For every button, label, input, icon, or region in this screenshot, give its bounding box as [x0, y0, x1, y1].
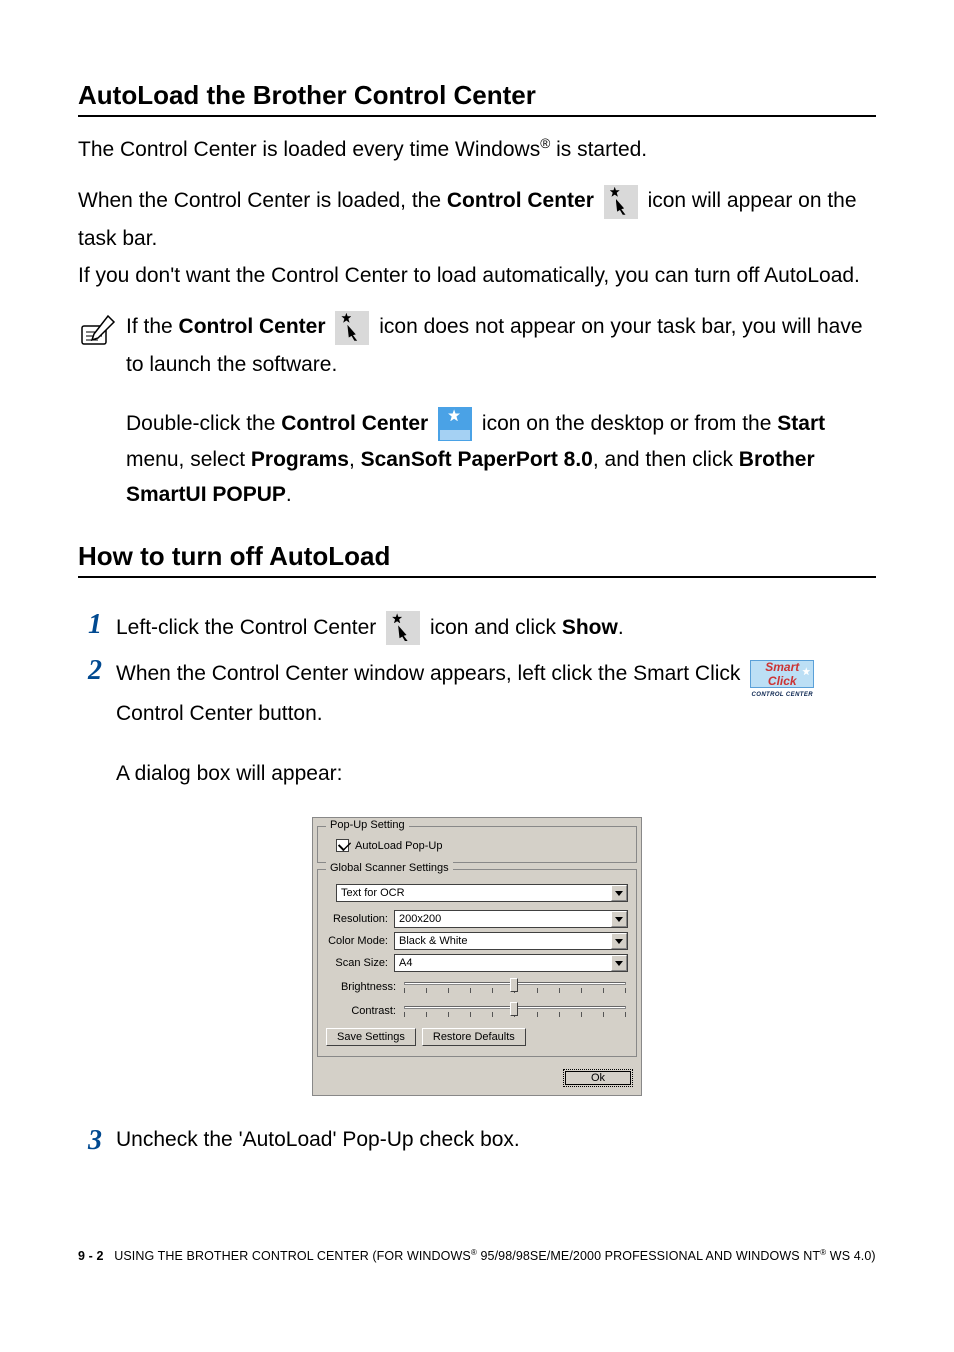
- restore-defaults-button[interactable]: Restore Defaults: [422, 1028, 526, 1046]
- combo-value: Black & White: [395, 935, 611, 947]
- text: When the Control Center window appears, …: [116, 662, 746, 685]
- bold-control-center: Control Center: [179, 315, 326, 338]
- brightness-slider[interactable]: [402, 978, 628, 996]
- page-number: 9 - 2: [78, 1249, 104, 1263]
- colormode-label: Color Mode:: [326, 935, 388, 947]
- text: .: [286, 483, 292, 506]
- footer-text: USING THE BROTHER CONTROL CENTER (FOR WI…: [114, 1249, 471, 1263]
- step-number: 1: [78, 608, 102, 642]
- step-number: 3: [78, 1124, 102, 1158]
- text: The Control Center is loaded every time …: [78, 138, 540, 161]
- step-body: Left-click the Control Center icon and c…: [116, 608, 876, 648]
- paragraph-loaded-every-time: The Control Center is loaded every time …: [78, 135, 876, 164]
- bold-control-center: Control Center: [447, 189, 594, 212]
- text: ,: [349, 448, 361, 471]
- bold-start: Start: [777, 412, 825, 435]
- page-footer: 9 - 2 USING THE BROTHER CONTROL CENTER (…: [78, 1248, 876, 1263]
- note-block: If the Control Center icon does not appe…: [78, 308, 876, 513]
- settings-dialog: Pop-Up Setting AutoLoad Pop-Up Global Sc…: [312, 817, 642, 1096]
- step-number: 2: [78, 654, 102, 688]
- footer-text: WS 4.0): [826, 1249, 875, 1263]
- combo-value: 200x200: [395, 913, 611, 925]
- control-center-tray-icon: [335, 311, 369, 345]
- control-center-desktop-icon: [438, 407, 472, 441]
- footer-text: 95/98/98SE/ME/2000 PROFESSIONAL AND WIND…: [477, 1249, 820, 1263]
- autoload-popup-checkbox[interactable]: [336, 839, 349, 852]
- resolution-label: Resolution:: [326, 913, 388, 925]
- scansize-combo[interactable]: A4: [394, 954, 628, 972]
- text: Control Center button.: [116, 702, 323, 725]
- text: If the: [126, 315, 179, 338]
- global-scanner-settings-group: Global Scanner Settings Text for OCR Res…: [317, 869, 637, 1057]
- step-body: When the Control Center window appears, …: [116, 654, 876, 789]
- contrast-label: Contrast:: [326, 1005, 396, 1017]
- step-2-subtext: A dialog box will appear:: [116, 758, 876, 790]
- step-1: 1 Left-click the Control Center icon and…: [78, 608, 876, 648]
- colormode-combo[interactable]: Black & White: [394, 932, 628, 950]
- ok-button[interactable]: Ok: [563, 1069, 633, 1087]
- scansize-label: Scan Size:: [326, 957, 388, 969]
- paragraph-icon-taskbar: When the Control Center is loaded, the C…: [78, 182, 876, 258]
- heading-autoload: AutoLoad the Brother Control Center: [78, 80, 876, 117]
- step-body: Uncheck the 'AutoLoad' Pop-Up check box.: [116, 1124, 876, 1156]
- combo-value: A4: [395, 957, 611, 969]
- chevron-down-icon[interactable]: [611, 885, 627, 901]
- text: .: [618, 616, 624, 639]
- autoload-popup-label: AutoLoad Pop-Up: [355, 840, 442, 852]
- reg-mark: ®: [540, 136, 550, 151]
- text: When the Control Center is loaded, the: [78, 189, 447, 212]
- text: icon on the desktop or from the: [482, 412, 777, 435]
- paragraph-turn-off-autoload: If you don't want the Control Center to …: [78, 262, 876, 290]
- text: menu, select: [126, 448, 251, 471]
- control-center-tray-icon: [386, 611, 420, 645]
- note-body: If the Control Center icon does not appe…: [126, 308, 876, 513]
- combo-value: Text for OCR: [337, 887, 611, 899]
- step-3: 3 Uncheck the 'AutoLoad' Pop-Up check bo…: [78, 1124, 876, 1158]
- preset-combo[interactable]: Text for OCR: [336, 884, 628, 902]
- bold-show: Show: [562, 616, 618, 639]
- group-legend: Global Scanner Settings: [326, 862, 453, 874]
- chevron-down-icon[interactable]: [611, 911, 627, 927]
- bold-control-center: Control Center: [281, 412, 428, 435]
- smart-click-icon: Smart ClickCONTROL CENTER: [750, 660, 814, 688]
- text: is started.: [550, 138, 647, 161]
- resolution-combo[interactable]: 200x200: [394, 910, 628, 928]
- group-legend: Pop-Up Setting: [326, 819, 409, 831]
- text: Double-click the: [126, 412, 281, 435]
- chevron-down-icon[interactable]: [611, 955, 627, 971]
- heading-how-to-turn-off: How to turn off AutoLoad: [78, 541, 876, 578]
- text: Left-click the Control Center: [116, 616, 382, 639]
- bold-paperport: ScanSoft PaperPort 8.0: [361, 448, 593, 471]
- brightness-label: Brightness:: [326, 981, 396, 993]
- chevron-down-icon[interactable]: [611, 933, 627, 949]
- control-center-tray-icon: [604, 185, 638, 219]
- contrast-slider[interactable]: [402, 1002, 628, 1020]
- text: icon and click: [424, 616, 562, 639]
- popup-setting-group: Pop-Up Setting AutoLoad Pop-Up: [317, 826, 637, 863]
- step-2: 2 When the Control Center window appears…: [78, 654, 876, 789]
- note-pencil-icon: [78, 312, 118, 352]
- save-settings-button[interactable]: Save Settings: [326, 1028, 416, 1046]
- text: , and then click: [593, 448, 739, 471]
- bold-programs: Programs: [251, 448, 349, 471]
